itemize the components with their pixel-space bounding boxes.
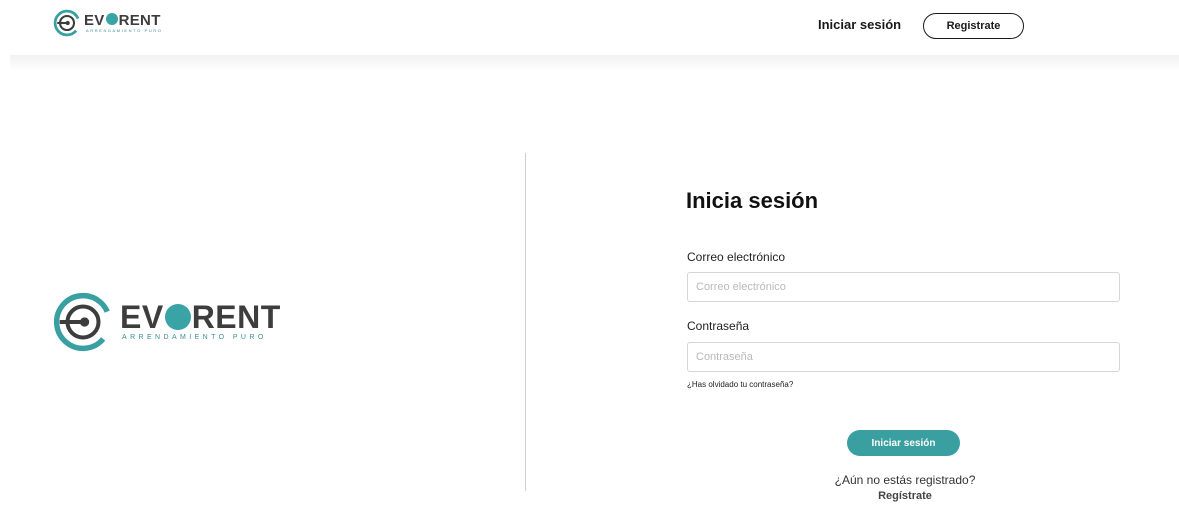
brand-o-dot <box>105 12 118 25</box>
top-navbar: EV RENT ARRENDAMIENTO PURO Iniciar sesión… <box>0 0 1179 55</box>
evorent-logo-icon <box>53 292 113 352</box>
brand-o-dot <box>164 304 191 330</box>
header-logo[interactable]: EV RENT ARRENDAMIENTO PURO <box>53 9 163 37</box>
brand-wordmark: EV RENT <box>120 301 281 333</box>
password-field[interactable] <box>687 342 1120 372</box>
brand-prefix: EV <box>84 11 105 29</box>
page-title: Inicia sesión <box>686 188 819 213</box>
nav-register-button[interactable]: Registrate <box>923 13 1024 39</box>
vertical-divider <box>525 153 526 491</box>
brand-tagline: ARRENDAMIENTO PURO <box>86 27 163 33</box>
nav-login-button[interactable]: Iniciar sesión <box>818 17 901 32</box>
brand-suffix: RENT <box>191 299 281 335</box>
forgot-password-link[interactable]: ¿Has olvidado tu contraseña? <box>687 380 793 389</box>
login-submit-button[interactable]: Iniciar sesión <box>847 430 960 456</box>
email-field[interactable] <box>687 272 1120 302</box>
password-label: Contraseña <box>687 319 750 333</box>
evorent-logo-icon <box>53 9 81 37</box>
brand-prefix: EV <box>120 299 164 335</box>
brand-tagline: ARRENDAMIENTO PURO <box>122 334 267 341</box>
brand-suffix: RENT <box>118 11 161 29</box>
register-link[interactable]: Regístrate <box>780 490 1030 502</box>
header-shadow <box>10 55 1179 71</box>
main-logo: EV RENT ARRENDAMIENTO PURO <box>52 291 281 353</box>
not-registered-text: ¿Aún no estás registrado? <box>834 473 976 487</box>
brand-wordmark: EV RENT <box>84 11 163 29</box>
email-label: Correo electrónico <box>687 250 786 264</box>
